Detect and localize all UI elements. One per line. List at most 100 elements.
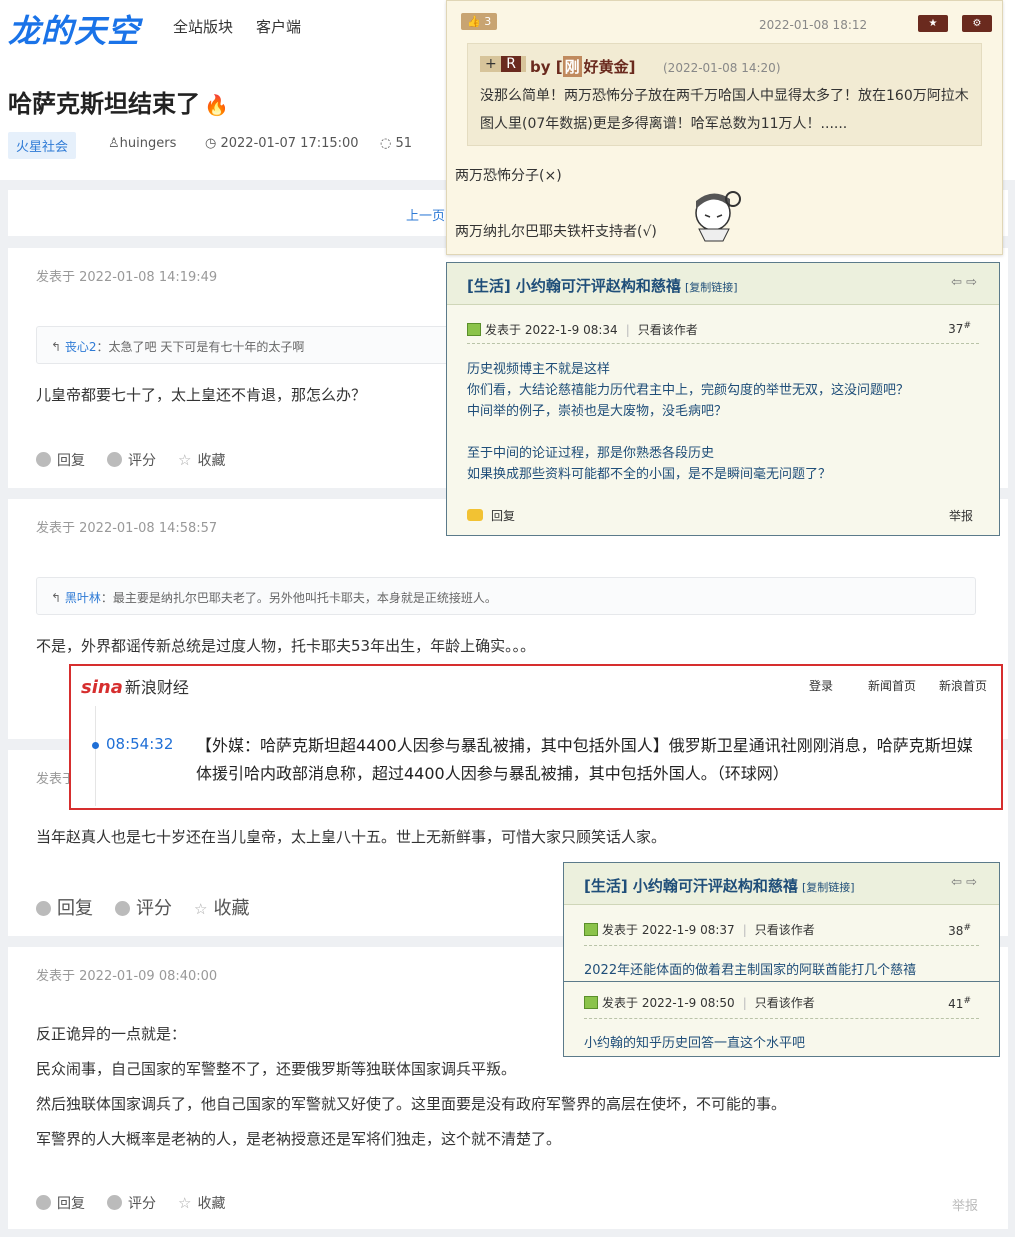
star-icon: ☆ <box>178 451 192 469</box>
forum-reply-button[interactable]: 回复 <box>467 507 515 524</box>
user-online-icon <box>584 923 598 936</box>
body-line: 如果换成那些资料可能都不全的小国，是不是瞬间毫无问题了？ <box>467 467 832 482</box>
quote-user[interactable]: 丧心2 <box>65 340 97 354</box>
quote-text: ：太急了吧 天下可是有七十年的太子啊 <box>96 340 305 354</box>
post-date: 发表于 2022-1-9 08:50 <box>602 996 735 1010</box>
star-button[interactable]: ★ <box>918 15 948 32</box>
board-tag[interactable]: 火星社会 <box>8 132 77 159</box>
reply-line: 两万恐怖分子(×) <box>455 168 562 184</box>
section-divider <box>564 981 999 982</box>
quote-text: ：最主要是纳扎尔巴耶夫老了。另外他叫托卡耶夫，本身就是正统接班人。 <box>100 591 497 605</box>
body-line: 中间举的例子，崇祯也是大废物，没毛病吧？ <box>467 404 728 419</box>
forum-title-text[interactable]: [生活] 小约翰可汗评赵构和慈禧 <box>467 277 681 295</box>
nav-arrows[interactable]: ⇦ ⇨ <box>951 275 977 290</box>
body-line: 至于中间的论证过程，那是你熟悉各段历史 <box>467 446 715 461</box>
timeline-dot <box>92 742 99 749</box>
thread-title-text: 哈萨克斯坦结束了 <box>8 90 200 118</box>
copy-link[interactable]: [复制链接] <box>802 881 855 894</box>
user-online-icon <box>584 996 598 1009</box>
nav-all-boards[interactable]: 全站版块 <box>173 16 233 37</box>
forum-title: [生活] 小约翰可汗评赵构和慈禧 [复制链接] <box>584 875 855 896</box>
reply-bubble-icon <box>467 509 483 521</box>
site-logo[interactable]: 龙的天空 <box>8 6 140 52</box>
by-label: by <box>530 58 551 76</box>
rate-button[interactable]: 评分 <box>115 894 172 920</box>
quote-author[interactable]: 好黄金 <box>584 58 629 76</box>
post-date: 发表于 2022-1-9 08:34 <box>485 323 618 337</box>
sina-logo[interactable]: sina 新浪财经 <box>81 674 189 698</box>
sina-home-link[interactable]: 新浪首页 <box>939 677 987 694</box>
post-line: 反正诡异的一点就是： <box>36 1025 187 1043</box>
rate-button[interactable]: 评分 <box>107 450 156 470</box>
forum-title: [生活] 小约翰可汗评赵构和慈禧 [复制链接] <box>467 275 738 296</box>
panel-date: 2022-01-08 18:12 <box>759 18 868 32</box>
quoted-message: + R by [刚好黄金] (2022-01-08 14:20) 没那么简单！两… <box>467 43 982 146</box>
reply-arrow-icon: ↰ <box>51 591 65 605</box>
thread-author[interactable]: ♙huingers <box>108 136 176 151</box>
forum-title-text[interactable]: [生活] 小约翰可汗评赵构和慈禧 <box>584 877 798 895</box>
sina-news-overlay: sina 新浪财经 登录 新闻首页 新浪首页 08:54:32 【外媒：哈萨克斯坦… <box>69 664 1003 810</box>
fav-label: 收藏 <box>197 453 226 469</box>
plus-r-badge: + R <box>480 56 526 72</box>
reply-line: 两万纳扎尔巴耶夫铁杆支持者(√) <box>455 224 657 240</box>
floor-value: 41 <box>948 997 964 1011</box>
only-author-link[interactable]: 只看该作者 <box>638 323 698 337</box>
floor-number: 41# <box>948 996 971 1011</box>
rate-icon <box>107 452 122 467</box>
only-author-link[interactable]: 只看该作者 <box>755 996 815 1010</box>
forum-report-link[interactable]: 举报 <box>949 507 973 524</box>
user-online-icon <box>467 323 481 336</box>
news-time: 08:54:32 <box>106 735 174 753</box>
reply-button[interactable]: 回复 <box>36 450 85 470</box>
body-line: 你们看，大结论慈禧能力历代君主中上，完颜勾度的举世无双，这没问题吧？ <box>467 383 910 398</box>
thread-title: 哈萨克斯坦结束了 🔥 <box>8 84 229 119</box>
report-link[interactable]: 举报 <box>952 1195 978 1214</box>
rate-icon <box>115 901 130 916</box>
quote-user[interactable]: 黑叶林 <box>65 591 101 605</box>
quote-text: 没那么简单！两万恐怖分子放在两千万哈国人中显得太多了！放在160万阿拉木图人里(… <box>480 88 969 132</box>
like-count: 3 <box>484 15 492 28</box>
forum-post-body: 历史视频博主不就是这样 你们看，大结论慈禧能力历代君主中上，完颜勾度的举世无双，… <box>467 359 909 485</box>
fav-button[interactable]: ☆ 收藏 <box>178 450 225 470</box>
copy-link[interactable]: [复制链接] <box>685 281 738 294</box>
reply-label: 回复 <box>491 509 516 523</box>
floor-number: 38# <box>948 923 971 938</box>
rate-button[interactable]: 评分 <box>107 1193 156 1213</box>
nav-arrows[interactable]: ⇦ ⇨ <box>951 875 977 890</box>
only-author-link[interactable]: 只看该作者 <box>755 923 815 937</box>
news-home-link[interactable]: 新闻首页 <box>868 677 916 694</box>
gear-button[interactable]: ⚙ <box>962 15 992 32</box>
reply-button[interactable]: 回复 <box>36 894 93 920</box>
plus-sign: + <box>485 56 497 72</box>
timeline-line <box>95 706 96 806</box>
quote-block: ↰ 黑叶林：最主要是纳扎尔巴耶夫老了。另外他叫托卡耶夫，本身就是正统接班人。 <box>36 577 976 615</box>
count-text: 51 <box>395 136 413 151</box>
fav-button[interactable]: ☆ 收藏 <box>194 894 249 920</box>
r-badge: R <box>501 56 521 72</box>
floor-value: 38 <box>948 924 964 938</box>
divider <box>584 945 979 946</box>
post-body: 当年赵真人也是七十岁还在当儿皇帝，太上皇八十五。世上无新鲜事，可惜大家只顾笑话人… <box>36 828 667 846</box>
forum-header: [生活] 小约翰可汗评赵构和慈禧 [复制链接] ⇦ ⇨ <box>564 863 999 905</box>
user-icon: ♙ <box>108 136 120 151</box>
prev-page-link[interactable]: 上一页 <box>406 205 445 224</box>
reply-label: 回复 <box>57 1196 85 1212</box>
post-body: 不是，外界都谣传新总统是过度人物，托卡耶夫53年出生，年龄上确实。。。 <box>36 637 536 655</box>
forum-reply-body: 2022年还能体面的做着君主制国家的阿联酋能打几个慈禧 <box>584 963 917 978</box>
post-line: 然后独联体国家调兵了，他自己国家的军警就又好使了。这里面要是没有政府军警界的高层… <box>36 1095 787 1113</box>
thumbs-up-icon: 👍 <box>467 15 485 28</box>
post-line: 军警界的人大概率是老衲的人，是老衲授意还是军将们独走，这个就不清楚了。 <box>36 1130 562 1148</box>
anime-avatar-sticker <box>695 191 741 242</box>
fire-icon: 🔥 <box>204 93 229 117</box>
post-actions: 回复 评分 ☆ 收藏 <box>36 1193 225 1213</box>
fav-button[interactable]: ☆ 收藏 <box>178 1193 225 1213</box>
post-actions: 回复 评分 ☆ 收藏 <box>36 894 249 920</box>
nav-client[interactable]: 客户端 <box>256 16 301 37</box>
login-link[interactable]: 登录 <box>809 677 833 694</box>
comment-count: ◌ 51 <box>380 136 412 151</box>
post-date: 发表于 2022-1-9 08:37 <box>602 923 735 937</box>
reply-button[interactable]: 回复 <box>36 1193 85 1213</box>
body-line <box>467 422 909 443</box>
post-body: 儿皇帝都要七十了，太上皇还不肯退，那怎么办？ <box>36 386 367 404</box>
like-badge[interactable]: 👍 3 <box>461 13 498 30</box>
